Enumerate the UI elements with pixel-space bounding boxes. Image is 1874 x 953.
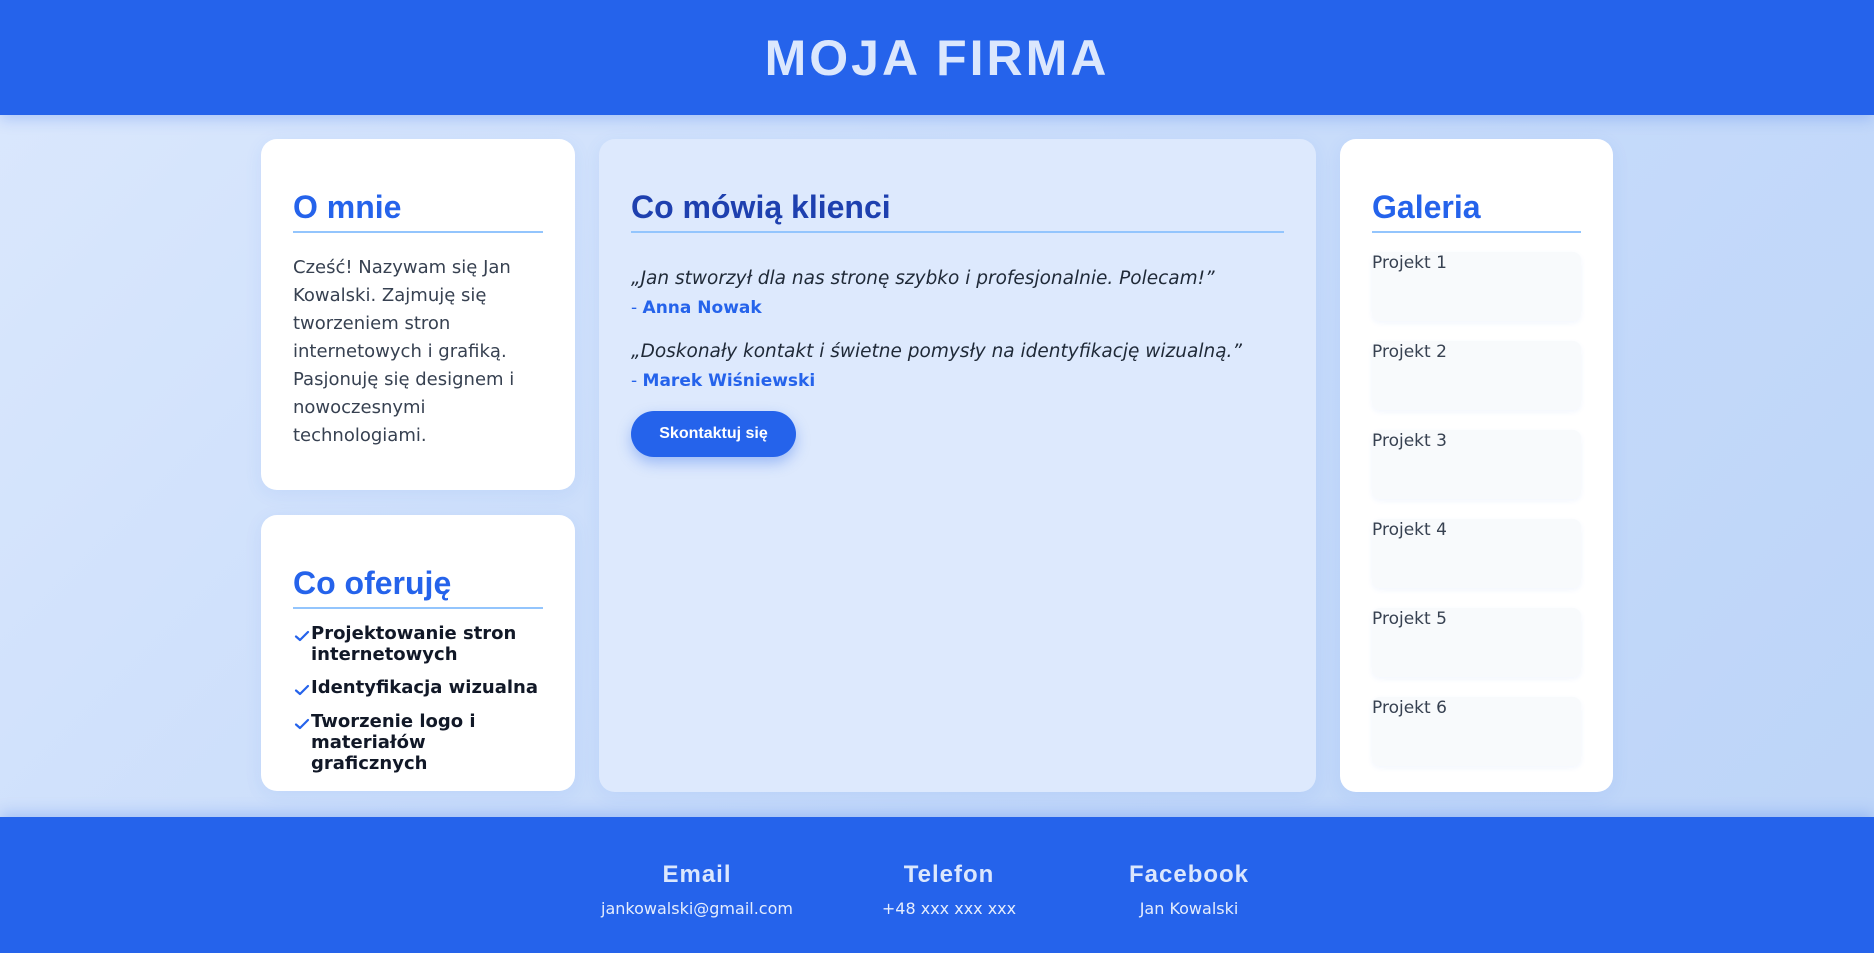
testimonial-quote: „Doskonały kontakt i świetne pomysły na … xyxy=(631,341,1242,363)
gallery-image[interactable]: Projekt 2 xyxy=(1372,341,1581,411)
testimonial-quote: „Jan stworzył dla nas stronę szybko i pr… xyxy=(631,268,1215,290)
offer-item: Tworzenie logo i materiałów graficznych xyxy=(293,711,543,774)
gallery-image[interactable]: Projekt 4 xyxy=(1372,519,1581,589)
author-name: Marek Wiśniewski xyxy=(642,371,816,392)
about-title: O mnie xyxy=(293,189,543,234)
footer-phone-value[interactable]: +48 xxx xxx xxx xyxy=(839,899,1059,918)
gallery-image[interactable]: Projekt 1 xyxy=(1372,252,1581,322)
footer-email-label: Email xyxy=(662,861,732,888)
gallery-image-alt: Projekt 5 xyxy=(1372,609,1447,630)
testimonials-title: Co mówią klienci xyxy=(631,189,1284,234)
gallery-title: Galeria xyxy=(1372,189,1581,234)
offer-item-label: Identyfikacja wizualna xyxy=(311,677,539,699)
site-header: MOJA FIRMA xyxy=(0,0,1874,115)
gallery-image-alt: Projekt 6 xyxy=(1372,698,1447,719)
check-icon xyxy=(294,719,310,730)
gallery-image-alt: Projekt 4 xyxy=(1372,520,1447,541)
author-name: Anna Nowak xyxy=(642,298,762,319)
testimonial: „Doskonały kontakt i świetne pomysły na … xyxy=(631,340,1284,391)
footer-facebook-label: Facebook xyxy=(1128,861,1250,888)
about-text: Cześć! Nazywam się Jan Kowalski. Zajmuję… xyxy=(293,257,515,447)
footer-email-value[interactable]: jankowalski@gmail.com xyxy=(587,899,807,918)
gallery-image-alt: Projekt 3 xyxy=(1372,431,1447,452)
footer-email: Email jankowalski@gmail.com xyxy=(587,861,807,918)
gallery-image-alt: Projekt 1 xyxy=(1372,253,1447,274)
offer-title: Co oferuję xyxy=(293,565,543,610)
offer-item-label: Tworzenie logo i materiałów graficznych xyxy=(311,711,476,775)
check-icon xyxy=(294,685,310,696)
offer-item: Identyfikacja wizualna xyxy=(293,677,543,699)
gallery-image-alt: Projekt 2 xyxy=(1372,342,1447,363)
gallery-card: Galeria Projekt 1 Projekt 2 Projekt 3 Pr… xyxy=(1340,139,1613,792)
footer-phone-label: Telefon xyxy=(903,861,995,888)
footer-facebook: Facebook Jan Kowalski xyxy=(1079,861,1299,918)
offer-list: Projektowanie stron internetowych Identy… xyxy=(293,623,543,774)
gallery-image[interactable]: Projekt 6 xyxy=(1372,697,1581,767)
testimonial-author: - Marek Wiśniewski xyxy=(631,371,1284,391)
author-dash: - xyxy=(631,371,643,392)
offer-item: Projektowanie stron internetowych xyxy=(293,623,543,665)
contact-button[interactable]: Skontaktuj się xyxy=(631,411,796,458)
site-footer: Email jankowalski@gmail.com Telefon +48 … xyxy=(0,817,1874,953)
footer-phone: Telefon +48 xxx xxx xxx xyxy=(839,861,1059,918)
testimonial-author: - Anna Nowak xyxy=(631,298,1284,318)
site-logo: MOJA FIRMA xyxy=(764,29,1110,86)
author-dash: - xyxy=(631,298,643,319)
check-icon xyxy=(294,631,310,642)
offer-item-label: Projektowanie stron internetowych xyxy=(311,623,517,666)
about-card: O mnie Cześć! Nazywam się Jan Kowalski. … xyxy=(261,139,575,490)
gallery-image[interactable]: Projekt 5 xyxy=(1372,608,1581,678)
gallery-image[interactable]: Projekt 3 xyxy=(1372,430,1581,500)
offer-card: Co oferuję Projektowanie stron interneto… xyxy=(261,515,575,791)
footer-facebook-value[interactable]: Jan Kowalski xyxy=(1079,899,1299,918)
testimonial: „Jan stworzył dla nas stronę szybko i pr… xyxy=(631,267,1284,318)
gallery-list: Projekt 1 Projekt 2 Projekt 3 Projekt 4 … xyxy=(1372,252,1581,767)
testimonials-card: Co mówią klienci „Jan stworzył dla nas s… xyxy=(599,139,1316,792)
